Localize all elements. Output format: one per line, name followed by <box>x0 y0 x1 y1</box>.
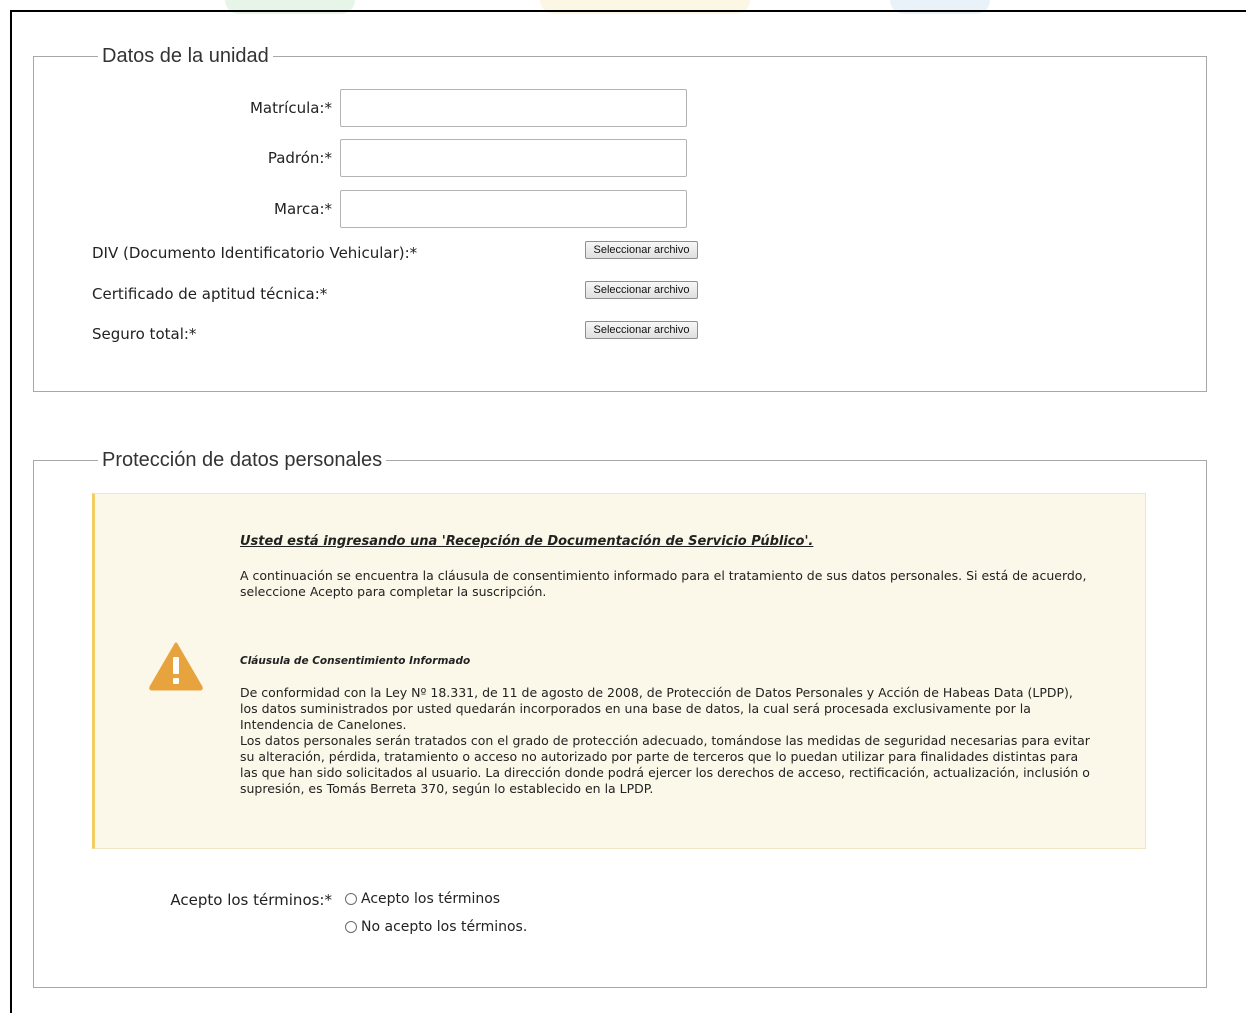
clause-line: Intendencia de Canelones. <box>240 717 407 732</box>
consent-notice: Usted está ingresando una 'Recepción de … <box>92 493 1146 849</box>
accept-terms-option[interactable]: Acepto los términos <box>345 891 500 907</box>
reject-terms-radio[interactable] <box>345 921 357 933</box>
clause-line: Los datos personales serán tratados con … <box>240 733 1090 748</box>
clause-line: los datos suministrados por usted quedar… <box>240 701 1031 716</box>
notice-intro-line-2: seleccione Acepto para completar la susc… <box>240 584 547 599</box>
div-file-button[interactable]: Seleccionar archivo <box>585 241 698 259</box>
notice-title: Usted está ingresando una 'Recepción de … <box>240 534 814 549</box>
privacy-legend: Protección de datos personales <box>102 449 383 471</box>
accept-terms-text: Acepto los términos <box>361 891 501 907</box>
cat-file-label: Certificado de aptitud técnica:* <box>92 285 328 303</box>
matricula-input[interactable] <box>340 89 687 127</box>
clause-line: De conformidad con la Ley Nº 18.331, de … <box>240 685 1073 700</box>
matricula-label: Matrícula:* <box>249 99 332 117</box>
notice-intro-line-1: A continuación se encuentra la cláusula … <box>240 568 1087 583</box>
clause-title: Cláusula de Consentimiento Informado <box>240 655 471 667</box>
padron-input[interactable] <box>340 139 687 177</box>
clause-line: supresión, es Tomás Berreta 370, según l… <box>240 781 654 796</box>
unit-data-legend: Datos de la unidad <box>102 45 269 67</box>
accept-terms-radio[interactable] <box>345 893 357 905</box>
seguro-file-label: Seguro total:* <box>92 325 197 343</box>
clause-line: las que han sido solicitados al usuario.… <box>240 765 1090 780</box>
warning-icon <box>149 642 203 691</box>
marca-input[interactable] <box>340 190 687 228</box>
marca-label: Marca:* <box>274 200 332 218</box>
terms-label: Acepto los términos:* <box>170 891 332 909</box>
padron-label: Padrón:* <box>267 149 332 167</box>
seguro-file-button[interactable]: Seleccionar archivo <box>585 321 698 339</box>
reject-terms-option[interactable]: No acepto los términos. <box>345 919 527 935</box>
reject-terms-text: No acepto los términos. <box>361 919 528 935</box>
clause-line: su alteración, pérdida, tratamiento o ac… <box>240 749 1079 764</box>
div-file-label: DIV (Documento Identificatorio Vehicular… <box>92 244 418 262</box>
cat-file-button[interactable]: Seleccionar archivo <box>585 281 698 299</box>
